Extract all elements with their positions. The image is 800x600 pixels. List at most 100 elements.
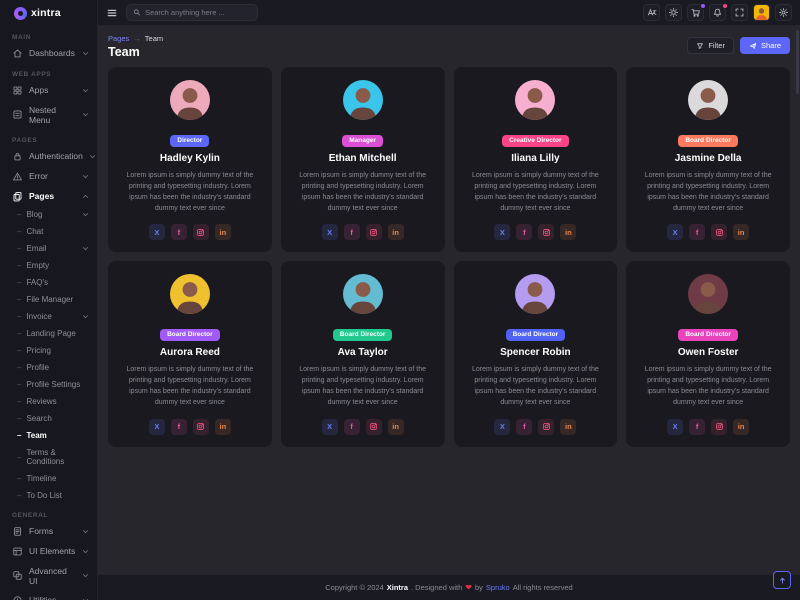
filter-funnel-icon	[696, 42, 704, 50]
sidebar-item-label: Dashboards	[29, 48, 75, 58]
x-icon-button[interactable]: X	[149, 419, 165, 435]
sidebar-item-advanced-ui[interactable]: Advanced UI	[0, 561, 97, 590]
facebook-icon-button[interactable]: f	[171, 419, 187, 435]
facebook-icon-button[interactable]: f	[689, 419, 705, 435]
search-box[interactable]	[126, 4, 258, 21]
sidebar-item-forms[interactable]: Forms	[0, 521, 97, 541]
sidebar-item-apps[interactable]: Apps	[0, 80, 97, 100]
x-icon-button[interactable]: X	[494, 419, 510, 435]
facebook-icon-button[interactable]: f	[689, 224, 705, 240]
team-card-iliana-lilly: Creative DirectorIliana LillyLorem ipsum…	[454, 67, 618, 252]
sidebar-item-ui-elements[interactable]: UI Elements	[0, 541, 97, 561]
facebook-icon-button[interactable]: f	[516, 419, 532, 435]
apps-icon	[12, 85, 23, 96]
x-icon-button[interactable]: X	[322, 224, 338, 240]
linkedin-icon-button[interactable]: in	[388, 419, 404, 435]
linkedin-icon-button[interactable]: in	[560, 419, 576, 435]
linkedin-icon-button[interactable]: in	[215, 224, 231, 240]
linkedin-icon-button[interactable]: in	[560, 224, 576, 240]
sidebar-subitem-landing-page[interactable]: –Landing Page	[0, 325, 97, 342]
sidebar-item-label: Apps	[29, 85, 48, 95]
sidebar-subitem-file-manager[interactable]: –File Manager	[0, 291, 97, 308]
notifications-bell-icon[interactable]	[709, 4, 726, 21]
member-socials: Xf in	[118, 419, 262, 435]
x-icon-button[interactable]: X	[149, 224, 165, 240]
sidebar-item-authentication[interactable]: Authentication	[0, 146, 97, 166]
sidebar-subitem-profile[interactable]: –Profile	[0, 359, 97, 376]
sidebar-item-utilities[interactable]: Utilities	[0, 590, 97, 600]
x-icon-button[interactable]: X	[322, 419, 338, 435]
instagram-icon-button[interactable]	[711, 419, 727, 435]
sidebar-subitem-to-do-list[interactable]: –To Do List	[0, 487, 97, 504]
instagram-icon-button[interactable]	[193, 419, 209, 435]
instagram-icon-button[interactable]	[711, 224, 727, 240]
breadcrumb-pages-link[interactable]: Pages	[108, 34, 129, 43]
sidebar-subitem-search[interactable]: –Search	[0, 410, 97, 427]
scroll-to-top-button[interactable]	[773, 571, 791, 589]
footer-copyright: Copyright © 2024	[325, 583, 383, 592]
footer-designer-link[interactable]: Spruko	[486, 583, 510, 592]
light-mode-icon[interactable]	[665, 4, 682, 21]
instagram-icon-button[interactable]	[366, 224, 382, 240]
sidebar-subitem-label: To Do List	[26, 491, 62, 500]
profile-avatar[interactable]	[753, 4, 770, 21]
sidebar-subitem-label: Landing Page	[26, 329, 75, 338]
team-card-spencer-robin: Board DirectorSpencer RobinLorem ipsum i…	[454, 261, 618, 446]
x-icon-button[interactable]: X	[494, 224, 510, 240]
sidebar-subitem-reviews[interactable]: –Reviews	[0, 393, 97, 410]
team-card-jasmine-della: Board DirectorJasmine DellaLorem ipsum i…	[626, 67, 790, 252]
cart-icon[interactable]	[687, 4, 704, 21]
sidebar-item-error[interactable]: Error	[0, 166, 97, 186]
sidebar-subitem-email[interactable]: –Email	[0, 240, 97, 257]
x-icon-button[interactable]: X	[667, 224, 683, 240]
sidebar-item-pages[interactable]: Pages	[0, 186, 97, 206]
linkedin-icon-button[interactable]: in	[388, 224, 404, 240]
member-description: Lorem ipsum is simply dummy text of the …	[118, 171, 262, 214]
linkedin-icon-button[interactable]: in	[215, 419, 231, 435]
arrow-up-icon	[778, 576, 787, 585]
x-icon-button[interactable]: X	[667, 419, 683, 435]
search-input[interactable]	[145, 8, 251, 17]
sidebar-subitem-profile-settings[interactable]: –Profile Settings	[0, 376, 97, 393]
sidebar-item-dashboards[interactable]: Dashboards	[0, 43, 97, 63]
translate-icon[interactable]	[643, 4, 660, 21]
sidebar-subitem-terms-conditions[interactable]: –Terms & Conditions	[0, 444, 97, 470]
facebook-icon-button[interactable]: f	[344, 224, 360, 240]
share-button[interactable]: Share	[740, 37, 790, 54]
window-scrollbar-thumb[interactable]	[796, 30, 799, 94]
settings-gear-icon[interactable]	[775, 4, 792, 21]
facebook-icon-button[interactable]: f	[516, 224, 532, 240]
sidebar-item-nested-menu[interactable]: Nested Menu	[0, 100, 97, 129]
instagram-icon-button[interactable]	[538, 419, 554, 435]
sidebar-subitem-empty[interactable]: –Empty	[0, 257, 97, 274]
sidebar-subitem-pricing[interactable]: –Pricing	[0, 342, 97, 359]
facebook-icon-button[interactable]: f	[344, 419, 360, 435]
sidebar-subitem-invoice[interactable]: –Invoice	[0, 308, 97, 325]
team-card-owen-foster: Board DirectorOwen FosterLorem ipsum is …	[626, 261, 790, 446]
sidebar-section-label-web-apps: WEB APPS	[12, 71, 85, 78]
instagram-icon-button[interactable]	[193, 224, 209, 240]
instagram-icon-button[interactable]	[538, 224, 554, 240]
sidebar-subitem-team[interactable]: –Team	[0, 427, 97, 444]
sidebar-subitem-faq-s[interactable]: –FAQ's	[0, 274, 97, 291]
page-actions: Filter Share	[687, 37, 790, 54]
fullscreen-icon[interactable]	[731, 4, 748, 21]
team-card-ethan-mitchell: ManagerEthan MitchellLorem ipsum is simp…	[281, 67, 445, 252]
sidebar-subitem-timeline[interactable]: –Timeline	[0, 470, 97, 487]
linkedin-icon-button[interactable]: in	[733, 224, 749, 240]
advanced-ui-icon	[12, 570, 23, 581]
sidebar-item-label: Advanced UI	[29, 566, 76, 586]
sidebar-section-label-main: MAIN	[12, 34, 85, 41]
hamburger-menu-icon[interactable]	[106, 7, 118, 19]
brand-logo[interactable]: xintra	[0, 0, 97, 26]
role-badge: Director	[170, 135, 209, 147]
sidebar-subitem-blog[interactable]: –Blog	[0, 206, 97, 223]
instagram-icon-button[interactable]	[366, 419, 382, 435]
member-description: Lorem ipsum is simply dummy text of the …	[464, 171, 608, 214]
linkedin-icon-button[interactable]: in	[733, 419, 749, 435]
sidebar-subitem-chat[interactable]: –Chat	[0, 223, 97, 240]
breadcrumb: Pages → Team	[108, 34, 163, 43]
filter-button[interactable]: Filter	[687, 37, 734, 54]
pages-icon	[12, 191, 23, 202]
facebook-icon-button[interactable]: f	[171, 224, 187, 240]
